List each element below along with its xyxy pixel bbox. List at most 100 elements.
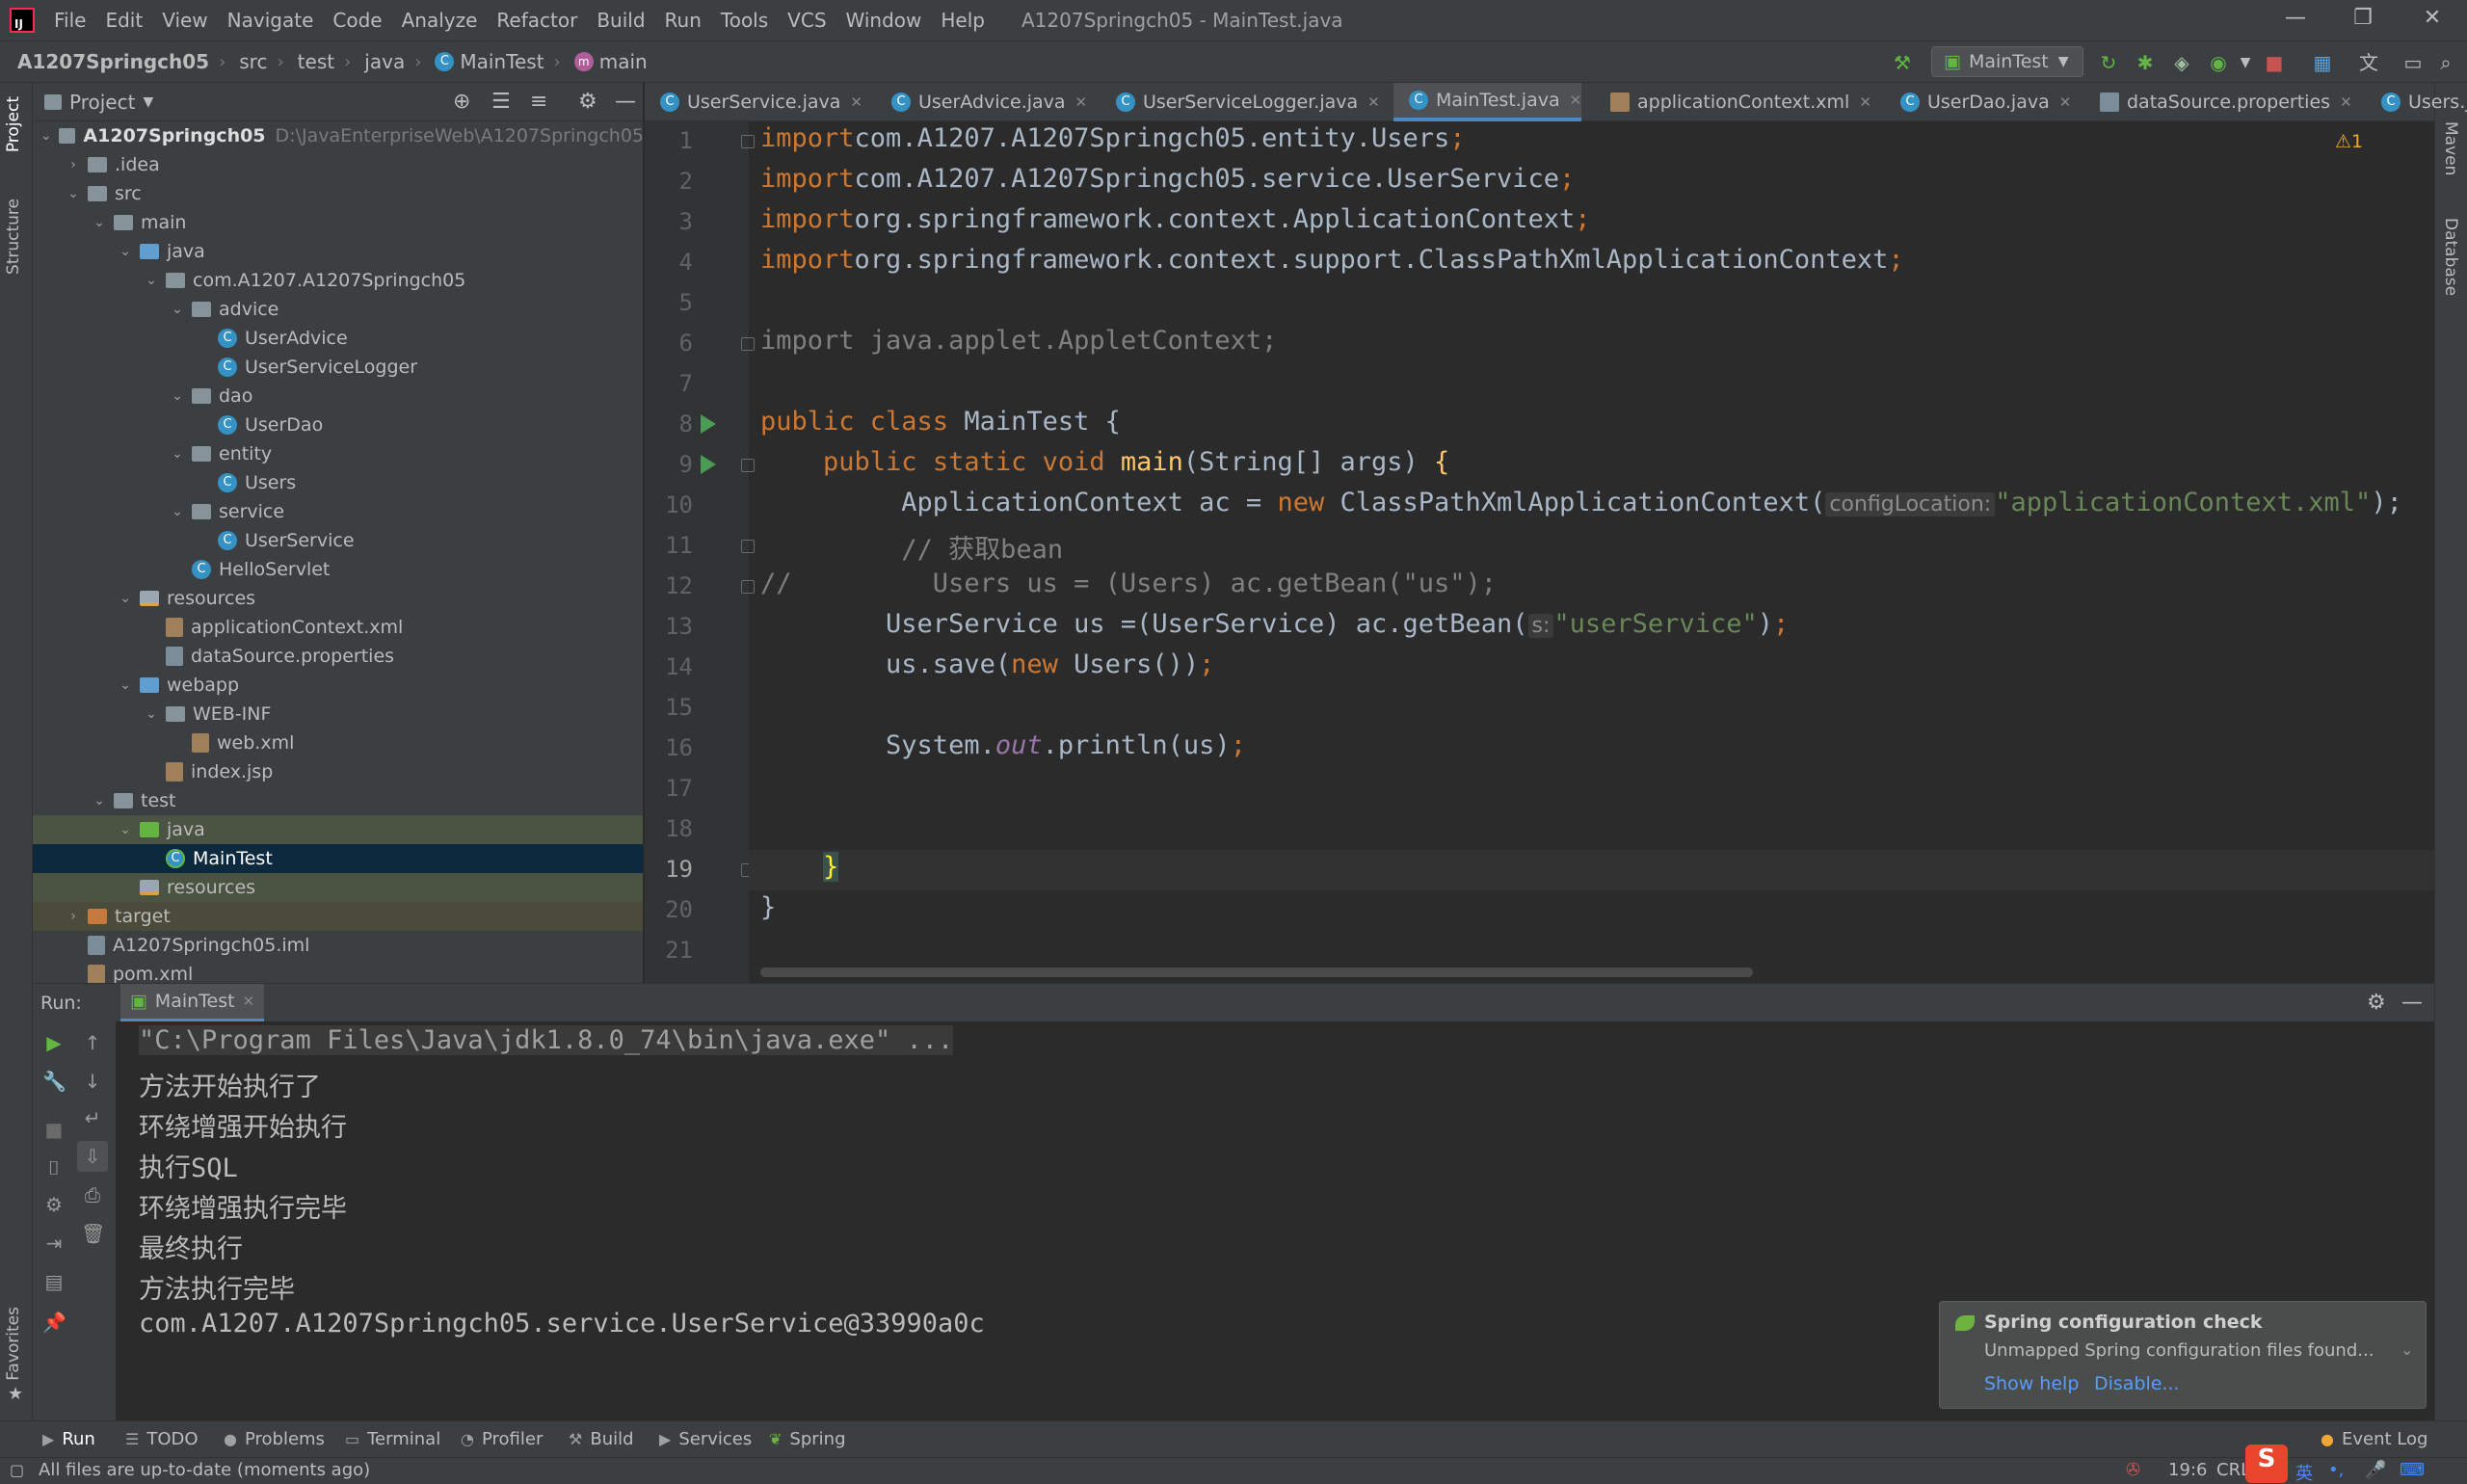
tree-item[interactable]: dataSource.properties	[33, 642, 643, 671]
close-icon[interactable]: ✕	[1570, 92, 1582, 109]
tree-item[interactable]: ⌄ src	[33, 179, 643, 208]
chevron-down-icon[interactable]: ⌄	[169, 504, 186, 519]
tree-item[interactable]: applicationContext.xml	[33, 613, 643, 642]
tree-item[interactable]: ⌄ resources	[33, 584, 643, 613]
maximize-button[interactable]: ❐	[2334, 6, 2392, 35]
tree-item[interactable]: ⌄ java	[33, 815, 643, 844]
menu-refactor[interactable]: Refactor	[496, 9, 577, 32]
close-icon[interactable]: ✕	[2059, 93, 2072, 111]
run-tab-maintest[interactable]: ▣ MainTest ✕	[119, 983, 265, 1022]
menu-view[interactable]: View	[162, 9, 207, 32]
tree-item[interactable]: › .idea	[33, 150, 643, 179]
fold-marker-icon[interactable]	[741, 459, 755, 472]
services-tool-button[interactable]: ▶ Services	[659, 1429, 752, 1449]
profile-icon[interactable]: ◉	[2207, 51, 2230, 74]
code-editor[interactable]: 1 2 3 4 5 6 7 8 9 10 11 12 13 14 15 16 17 18 19 20 21 ⚠1 imp…	[645, 121, 2434, 983]
tree-item[interactable]: C UserDao	[33, 411, 643, 439]
tree-item[interactable]: ⌄ WEB-INF	[33, 700, 643, 729]
run-gutter-icon[interactable]	[701, 414, 716, 434]
tree-item[interactable]: C UserAdvice	[33, 324, 643, 353]
soft-wrap-icon[interactable]: ↵	[81, 1106, 104, 1129]
project-structure-icon[interactable]: ▦	[2311, 51, 2334, 74]
search-icon[interactable]: ⌕	[2434, 51, 2457, 74]
tree-item[interactable]: ⌄ entity	[33, 439, 643, 468]
exit-icon[interactable]: ⇥	[42, 1232, 66, 1255]
menu-window[interactable]: Window	[846, 9, 922, 32]
menu-edit[interactable]: Edit	[105, 9, 143, 32]
chevron-down-icon[interactable]: ⌄	[169, 388, 186, 404]
translate-icon[interactable]: 文	[2357, 51, 2380, 74]
project-view-selector[interactable]: Project	[69, 91, 135, 114]
menu-navigate[interactable]: Navigate	[227, 9, 314, 32]
chevron-down-icon[interactable]: ⌄	[117, 822, 134, 837]
chevron-down-icon[interactable]: ⌄	[117, 244, 134, 259]
tree-item[interactable]: C UserService	[33, 526, 643, 555]
menu-help[interactable]: Help	[941, 9, 985, 32]
chevron-down-icon[interactable]: ⌄	[65, 186, 82, 201]
todo-tool-button[interactable]: ☰ TODO	[125, 1429, 199, 1449]
chevron-down-icon[interactable]: ⌄	[143, 273, 160, 288]
coverage-icon[interactable]: ◈	[2170, 51, 2193, 74]
fold-marker-icon[interactable]	[741, 580, 755, 594]
chevron-down-icon[interactable]: ⌄	[169, 302, 186, 317]
chevron-down-icon[interactable]: ⌄	[91, 215, 108, 230]
chevron-down-icon[interactable]: ⌄	[91, 793, 108, 808]
disable-link[interactable]: Disable...	[2094, 1373, 2180, 1394]
close-icon[interactable]: ✕	[1859, 93, 1871, 111]
gear-icon[interactable]: ⚙	[578, 90, 597, 114]
close-window-button[interactable]: ✕	[2403, 6, 2461, 35]
collapse-all-icon[interactable]: ≡	[530, 90, 547, 114]
editor-tab[interactable]: C UserService.java ✕	[645, 83, 862, 121]
stop-icon[interactable]: ■	[42, 1118, 66, 1141]
spring-tool-button[interactable]: ❦ Spring	[769, 1429, 846, 1449]
run-tool-button[interactable]: ▶ Run	[42, 1429, 95, 1449]
tree-item[interactable]: › target	[33, 902, 643, 931]
show-help-link[interactable]: Show help	[1984, 1373, 2079, 1394]
error-report-icon[interactable]: ✇	[2126, 1460, 2140, 1480]
down-arrow-icon[interactable]: ↓	[81, 1070, 104, 1093]
wrench-icon[interactable]: 🔧	[42, 1070, 66, 1093]
chevron-down-icon[interactable]: ⌄	[143, 706, 160, 722]
tree-item[interactable]: ⌄ webapp	[33, 671, 643, 700]
hide-icon[interactable]: —	[615, 90, 636, 114]
fold-marker-icon[interactable]	[741, 135, 755, 148]
editor-tab[interactable]: applicationContext.xml ✕	[1595, 83, 1871, 121]
tree-root[interactable]: ⌄ A1207Springch05 D:\JavaEnterpriseWeb\A…	[33, 121, 643, 150]
tree-item[interactable]: ⌄ test	[33, 786, 643, 815]
database-tool-tab[interactable]: Database	[2441, 218, 2460, 296]
chevron-right-icon[interactable]: ›	[65, 909, 82, 924]
chevron-down-icon[interactable]: ⌄	[117, 677, 134, 693]
menu-run[interactable]: Run	[665, 9, 702, 32]
debug-icon[interactable]: ✱	[2134, 51, 2157, 74]
fold-marker-icon[interactable]	[741, 337, 755, 351]
editor-tab[interactable]: C UserDao.java ✕	[1885, 83, 2071, 121]
close-icon[interactable]: ✕	[243, 993, 255, 1010]
breadcrumb-method[interactable]: m main	[573, 50, 648, 73]
tree-item[interactable]: index.jsp	[33, 757, 643, 786]
keyboard-icon[interactable]: ⌨	[2400, 1460, 2425, 1480]
tree-item[interactable]: A1207Springch05.iml	[33, 931, 643, 960]
breadcrumb-test[interactable]: test	[298, 50, 334, 73]
editor-tab[interactable]: CUsers.java✕	[2366, 83, 2467, 121]
editor-tab[interactable]: C UserServiceLogger.java ✕	[1101, 83, 1380, 121]
event-log-button[interactable]: ● Event Log	[2321, 1429, 2427, 1449]
chevron-down-icon[interactable]: ⌄	[2401, 1340, 2413, 1359]
chevron-right-icon[interactable]: ›	[65, 157, 82, 172]
profiler-tool-button[interactable]: ◔ Profiler	[461, 1429, 543, 1449]
settings-icon[interactable]: ⚙	[42, 1193, 66, 1216]
tree-item[interactable]: ⌄ main	[33, 208, 643, 237]
breadcrumb-java[interactable]: java	[364, 50, 405, 73]
expand-all-icon[interactable]: ☰	[491, 90, 511, 114]
gear-icon[interactable]: ⚙	[2367, 991, 2386, 1015]
favorites-tool-tab[interactable]: Favorites	[4, 1307, 23, 1381]
chevron-down-icon[interactable]: ⌄	[117, 591, 134, 606]
chevron-down-icon[interactable]: ▼	[2234, 51, 2257, 74]
ime-language[interactable]: 英	[2295, 1460, 2313, 1484]
tree-item[interactable]: C UserServiceLogger	[33, 353, 643, 382]
rerun-icon[interactable]: ↻	[2097, 51, 2120, 74]
scroll-to-end-icon[interactable]: ⇩	[77, 1141, 108, 1172]
menu-analyze[interactable]: Analyze	[402, 9, 478, 32]
maven-tool-tab[interactable]: Maven	[2441, 121, 2460, 175]
project-tool-tab[interactable]: Project	[4, 96, 23, 152]
menu-vcs[interactable]: VCS	[787, 9, 826, 32]
